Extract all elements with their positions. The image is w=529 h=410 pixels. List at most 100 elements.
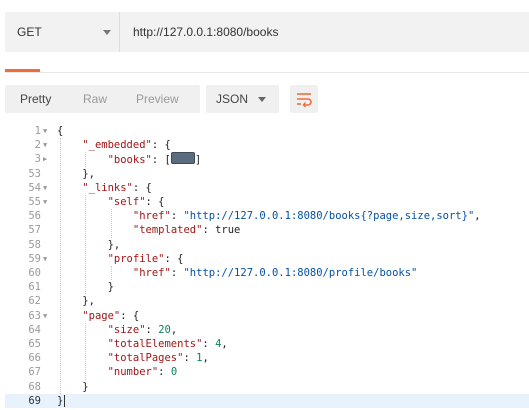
json-punct: : xyxy=(183,352,197,365)
wrap-lines-button[interactable] xyxy=(290,85,318,113)
fold-open-icon[interactable]: ▼ xyxy=(43,181,51,195)
json-punct: : { xyxy=(151,139,171,152)
line-number: 68 xyxy=(28,380,41,393)
indent-guide xyxy=(60,138,61,394)
code-line: 58}, xyxy=(5,238,529,252)
json-key: "_embedded" xyxy=(82,139,152,152)
line-number: 66 xyxy=(28,352,41,365)
code-line: 57 "templated": true xyxy=(5,223,529,237)
code-text: "self": { xyxy=(108,195,165,209)
line-number: 53 xyxy=(28,167,41,180)
json-punct: : xyxy=(202,224,216,237)
code-line: 56 "href": "http://127.0.0.1:8080/books{?… xyxy=(5,209,529,223)
code-line: 64 "size": 20, xyxy=(5,323,529,337)
fold-open-icon[interactable]: ▼ xyxy=(43,195,51,209)
json-key: "page" xyxy=(82,309,121,322)
json-number: 0 xyxy=(170,366,178,379)
code-text: "templated": true xyxy=(133,223,241,237)
code-text: } xyxy=(82,380,88,394)
code-text: "_links": { xyxy=(82,181,152,195)
code-text: "_embedded": { xyxy=(82,138,171,152)
json-punct: : xyxy=(170,267,184,279)
request-bar: GET http://127.0.0.1:8080/books xyxy=(5,12,529,52)
code-text: "totalPages": 1, xyxy=(108,351,209,365)
json-key: "profile" xyxy=(107,252,165,265)
json-punct: true xyxy=(215,224,241,237)
json-string: "http://127.0.0.1:8080/profile/books" xyxy=(183,267,418,279)
language-select[interactable]: JSON xyxy=(206,85,279,113)
json-punct: }, xyxy=(82,295,95,308)
code-text: }, xyxy=(108,238,121,252)
json-punct: , xyxy=(221,338,228,350)
code-line: 67 "number": 0 xyxy=(5,365,529,379)
indent-guide xyxy=(85,195,87,295)
line-number: 2 xyxy=(34,139,41,152)
code-line: 59 ▼ "profile": { xyxy=(5,252,529,266)
line-number: 61 xyxy=(28,281,41,294)
format-toggle-group: Pretty Raw Preview xyxy=(5,85,200,113)
json-key: "templated" xyxy=(132,224,203,237)
json-punct: : xyxy=(145,323,159,336)
line-number: 69 xyxy=(28,394,41,407)
fold-open-icon[interactable]: ▼ xyxy=(43,309,51,323)
fold-open-icon[interactable]: ▼ xyxy=(43,138,51,152)
json-key: "self" xyxy=(107,196,146,208)
code-text: } xyxy=(57,394,63,408)
json-punct: : { xyxy=(132,181,152,194)
json-punct: : { xyxy=(164,252,184,265)
json-key: "totalElements" xyxy=(107,338,203,350)
code-text: "size": 20, xyxy=(108,323,178,337)
json-punct: } xyxy=(57,394,64,407)
code-line: 63 ▼ "page": { xyxy=(5,309,529,323)
json-punct: : xyxy=(158,366,171,379)
url-input[interactable]: http://127.0.0.1:8080/books xyxy=(133,25,278,39)
json-key: "href" xyxy=(132,267,171,279)
line-number: 60 xyxy=(28,267,41,279)
method-select[interactable]: GET xyxy=(5,12,120,52)
indent-guide xyxy=(85,152,87,167)
collapsed-array-marker[interactable] xyxy=(170,152,195,165)
json-punct: , xyxy=(170,323,178,336)
text-cursor xyxy=(64,394,65,407)
json-punct: , xyxy=(474,210,481,223)
code-text: { xyxy=(57,124,63,138)
raw-button[interactable]: Raw xyxy=(83,92,107,106)
json-punct: , xyxy=(202,352,209,365)
code-line: 3 ▶ "books": [] xyxy=(5,152,529,166)
wrap-lines-icon xyxy=(297,93,312,107)
indent-guide xyxy=(85,322,87,380)
code-text: "totalElements": 4, xyxy=(108,337,228,351)
code-line: 68} xyxy=(5,380,529,394)
pretty-button[interactable]: Pretty xyxy=(20,92,51,106)
json-punct: { xyxy=(57,125,64,137)
fold-open-icon[interactable]: ▼ xyxy=(43,252,51,266)
method-label: GET xyxy=(17,25,42,39)
line-number: 67 xyxy=(28,366,41,379)
code-line: 62}, xyxy=(5,294,529,308)
fold-closed-icon[interactable]: ▶ xyxy=(43,152,51,166)
line-number: 62 xyxy=(28,295,41,308)
code-line: 69} xyxy=(5,393,529,408)
json-punct: }, xyxy=(82,167,95,180)
json-punct: : xyxy=(170,210,184,223)
code-text: "profile": { xyxy=(108,252,184,266)
json-punct: : { xyxy=(145,196,165,208)
line-number: 56 xyxy=(28,210,41,223)
code-text: }, xyxy=(82,294,95,308)
json-key: "books" xyxy=(107,154,152,167)
line-number: 58 xyxy=(28,238,41,251)
divider xyxy=(5,72,529,73)
indent-guide xyxy=(110,209,112,238)
preview-button[interactable]: Preview xyxy=(136,92,179,106)
code-line: 53}, xyxy=(5,167,529,181)
code-line: 55 ▼ "self": { xyxy=(5,195,529,209)
fold-open-icon[interactable]: ▼ xyxy=(43,124,51,138)
code-line: 60 "href": "http://127.0.0.1:8080/profile… xyxy=(5,266,529,280)
json-punct: : { xyxy=(120,309,140,322)
chevron-down-icon xyxy=(258,97,266,102)
code-text: }, xyxy=(82,167,95,181)
line-number: 54 xyxy=(28,181,41,194)
response-body-editor[interactable]: 1 ▼{2 ▼ "_embedded": {3 ▶ "books": [] 53}, 54 ▼ "… xyxy=(5,123,529,410)
chevron-down-icon xyxy=(103,30,111,35)
json-key: "href" xyxy=(132,210,171,223)
